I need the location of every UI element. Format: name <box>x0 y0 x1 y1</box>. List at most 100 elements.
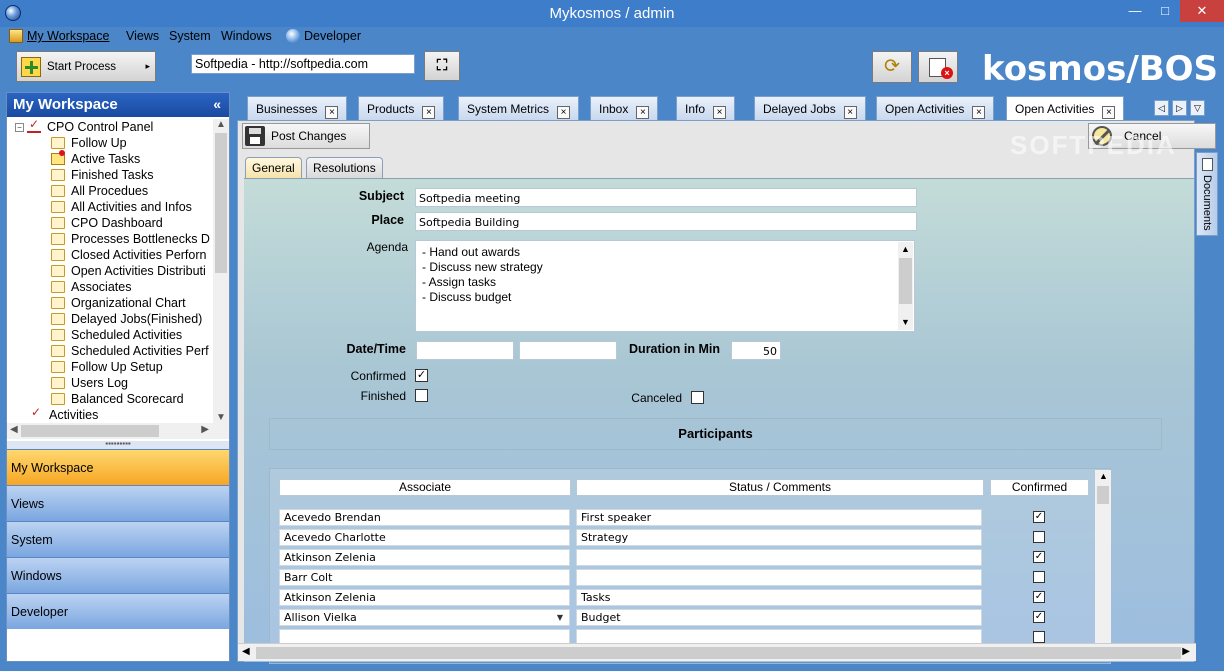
close-icon[interactable]: × <box>843 106 857 119</box>
tree-item[interactable]: All Activities and Infos <box>51 199 192 215</box>
chevron-down-icon[interactable]: ▼ <box>553 611 567 624</box>
tab-system-metrics[interactable]: System Metrics × <box>458 96 580 120</box>
content-horizontal-scrollbar[interactable]: ◀ ▶ <box>238 643 1196 661</box>
confirmed-checkbox[interactable] <box>1033 631 1045 643</box>
tree-item[interactable]: Follow Up <box>51 135 127 151</box>
associate-dropdown[interactable]: Allison Vielka ▼ <box>279 609 570 626</box>
confirmed-checkbox[interactable] <box>1033 571 1045 583</box>
scroll-thumb[interactable] <box>256 647 1181 659</box>
start-process-button[interactable]: Start Process ▸ <box>16 51 156 82</box>
maximize-button[interactable]: □ <box>1152 0 1178 22</box>
scroll-thumb[interactable] <box>899 258 912 304</box>
tree-item[interactable]: Associates <box>51 279 131 295</box>
nav-system[interactable]: System <box>7 521 229 557</box>
tab-inbox[interactable]: Inbox × <box>590 96 659 120</box>
subject-field[interactable]: Softpedia meeting <box>415 188 917 207</box>
subtab-general[interactable]: General <box>245 157 302 179</box>
close-icon[interactable]: × <box>1102 106 1116 119</box>
chevron-right-icon[interactable]: ▶ <box>201 424 209 435</box>
tab-open-activities-active[interactable]: Open Activities × <box>1006 96 1125 120</box>
place-field[interactable]: Softpedia Building <box>415 212 917 231</box>
documents-side-tab[interactable]: Documents <box>1196 152 1218 236</box>
chevron-left-icon[interactable]: ◀ <box>10 424 18 435</box>
column-header-confirmed[interactable]: Confirmed <box>990 479 1089 496</box>
tree-item[interactable]: Processes Bottlenecks D <box>51 231 210 247</box>
close-icon[interactable]: × <box>325 106 339 119</box>
tab-list-icon[interactable]: ▽ <box>1190 100 1205 116</box>
tree-item[interactable]: Closed Activities Perforn <box>51 247 206 263</box>
tree-item[interactable]: CPO Dashboard <box>51 215 163 231</box>
confirmed-checkbox[interactable]: ✓ <box>415 369 428 382</box>
tab-products[interactable]: Products × <box>358 96 445 120</box>
panel-splitter[interactable]: ▪▪▪▪▪▪▪▪▪ <box>7 440 229 449</box>
tree-item[interactable]: Open Activities Distributi <box>51 263 206 279</box>
menu-views[interactable]: Views <box>126 29 159 43</box>
canceled-checkbox[interactable] <box>691 391 704 404</box>
menu-developer[interactable]: Developer <box>286 29 361 43</box>
status-cell[interactable]: First speaker <box>576 509 982 526</box>
agenda-textarea[interactable]: - Hand out awards - Discuss new strategy… <box>415 240 915 332</box>
tree-vertical-scrollbar[interactable]: ▲ ▼ <box>213 119 229 423</box>
nav-views[interactable]: Views <box>7 485 229 521</box>
close-button[interactable]: ✕ <box>1180 0 1224 22</box>
menu-system[interactable]: System <box>169 29 211 43</box>
scroll-thumb[interactable] <box>21 425 159 437</box>
chevron-down-icon[interactable]: ▼ <box>216 412 226 423</box>
associate-cell[interactable]: Acevedo Brendan <box>279 509 570 526</box>
chevron-up-icon[interactable]: ▲ <box>901 242 910 257</box>
nav-developer[interactable]: Developer <box>7 593 229 629</box>
chevron-up-icon[interactable]: ▲ <box>1099 471 1108 481</box>
tree-item[interactable]: Finished Tasks <box>51 167 153 183</box>
time-field[interactable] <box>519 341 617 360</box>
confirmed-checkbox[interactable]: ✓ <box>1033 611 1045 623</box>
tab-scroll-right-icon[interactable]: ▷ <box>1172 100 1187 116</box>
collapse-tree-icon[interactable]: − <box>15 122 24 132</box>
sync-button[interactable]: ⟳ <box>872 51 912 83</box>
status-cell[interactable]: Strategy <box>576 529 982 546</box>
post-changes-button[interactable]: Post Changes <box>242 123 370 149</box>
menu-my-workspace[interactable]: My Workspace <box>9 29 109 43</box>
tree-item[interactable]: Balanced Scorecard <box>51 391 184 407</box>
alert-button[interactable]: × <box>918 51 958 83</box>
tree-item[interactable]: Users Log <box>51 375 128 391</box>
tree-horizontal-scrollbar[interactable]: ◀ ▶ <box>7 423 229 439</box>
status-cell[interactable]: Tasks <box>576 589 982 606</box>
tree-item-cpo-control-panel[interactable]: − CPO Control Panel <box>15 119 153 135</box>
tree-item-activities[interactable]: Activities <box>29 405 98 419</box>
subtab-resolutions[interactable]: Resolutions <box>306 157 383 179</box>
nav-windows[interactable]: Windows <box>7 557 229 593</box>
tree-item[interactable]: All Procedues <box>51 183 148 199</box>
close-icon[interactable]: × <box>557 106 571 119</box>
url-input[interactable] <box>191 54 415 74</box>
chevron-left-icon[interactable]: ◀ <box>242 646 250 657</box>
scroll-thumb[interactable] <box>215 133 227 273</box>
confirmed-checkbox[interactable]: ✓ <box>1033 551 1045 563</box>
status-cell[interactable]: Budget <box>576 609 982 626</box>
finished-checkbox[interactable] <box>415 389 428 402</box>
tab-delayed-jobs[interactable]: Delayed Jobs × <box>754 96 866 120</box>
confirmed-checkbox[interactable]: ✓ <box>1033 511 1045 523</box>
status-cell[interactable] <box>576 549 982 566</box>
tab-info[interactable]: Info × <box>676 96 736 120</box>
tab-businesses[interactable]: Businesses × <box>247 96 348 120</box>
tree-item[interactable]: Scheduled Activities <box>51 327 182 343</box>
agenda-scrollbar[interactable]: ▲ ▼ <box>898 242 913 330</box>
confirmed-checkbox[interactable] <box>1033 531 1045 543</box>
date-field[interactable] <box>416 341 514 360</box>
collapse-icon[interactable]: « <box>213 96 221 112</box>
associate-cell[interactable]: Atkinson Zelenia <box>279 549 570 566</box>
tree-item[interactable]: Active Tasks <box>51 150 140 167</box>
nav-my-workspace[interactable]: My Workspace <box>7 449 229 485</box>
menu-windows[interactable]: Windows <box>221 29 272 43</box>
confirmed-checkbox[interactable]: ✓ <box>1033 591 1045 603</box>
column-header-associate[interactable]: Associate <box>279 479 571 496</box>
minimize-button[interactable]: — <box>1118 0 1152 22</box>
tree-item[interactable]: Delayed Jobs(Finished) <box>51 311 202 327</box>
chevron-up-icon[interactable]: ▲ <box>216 119 226 130</box>
tree-item[interactable]: Scheduled Activities Perf <box>51 343 209 359</box>
associate-cell[interactable]: Atkinson Zelenia <box>279 589 570 606</box>
associate-cell[interactable]: Acevedo Charlotte <box>279 529 570 546</box>
close-icon[interactable]: × <box>972 106 986 119</box>
tab-open-activities[interactable]: Open Activities × <box>876 96 995 120</box>
close-icon[interactable]: × <box>713 106 727 119</box>
